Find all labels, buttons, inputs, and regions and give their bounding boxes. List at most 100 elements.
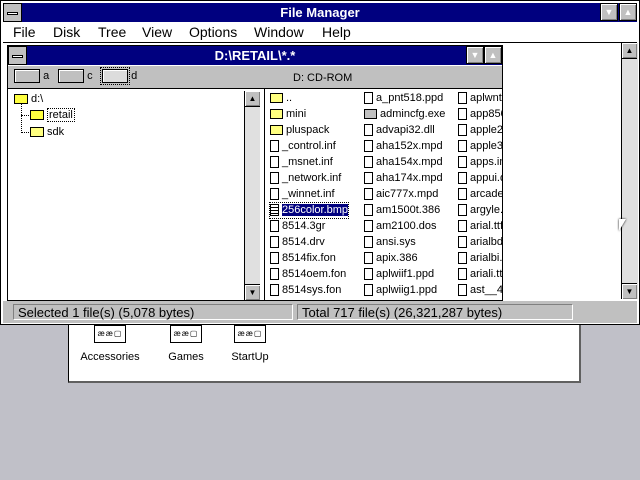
file-item[interactable]: arialbd [458,235,502,250]
menu-file[interactable]: File [13,24,36,40]
file-item[interactable]: advapi32.dll [364,123,435,138]
file-icon [458,220,467,233]
file-icon [270,220,279,233]
file-item[interactable]: 8514sys.fon [270,283,341,298]
drive-c[interactable]: c [58,69,93,83]
file-icon [364,140,373,153]
file-item[interactable]: 8514fix.fon [270,251,336,266]
file-item[interactable]: admincfg.exe [364,107,445,122]
file-item[interactable]: 8514.3gr [270,219,325,234]
file-item[interactable]: aplwiig1.ppd [364,283,437,298]
file-item[interactable]: ansi.sys [364,235,416,250]
file-item[interactable]: arial.ttf [458,219,502,234]
file-item[interactable]: app850 [458,107,502,122]
file-name: aplwnt [470,92,502,104]
scroll-down-arrow[interactable]: ▼ [622,283,637,299]
tree-node-sdk[interactable]: sdk [30,126,64,138]
file-item[interactable]: apix.386 [364,251,418,266]
minimize-button[interactable]: ▼ [600,3,618,21]
maximize-button[interactable]: ▲ [619,3,637,21]
group-games[interactable]: ææ▢ Games [151,325,221,363]
scroll-down-arrow[interactable]: ▼ [245,284,260,300]
file-name: aha152x.mpd [376,140,443,152]
file-name: _msnet.inf [282,156,333,168]
file-name: aplwiig1.ppd [376,284,438,296]
tree-node-retail[interactable]: retail [30,108,75,122]
file-item[interactable]: arcade [458,187,502,202]
file-item[interactable]: am2100.dos [364,219,437,234]
file-name: app850 [470,108,502,120]
group-startup[interactable]: ææ▢ StartUp [215,325,285,363]
drive-a[interactable]: a [14,69,49,83]
menu-view[interactable]: View [142,24,172,40]
menu-help[interactable]: Help [322,24,351,40]
file-item[interactable]: aplwnt [458,91,502,106]
file-item[interactable]: aplwiif1.ppd [364,267,434,282]
file-item[interactable]: am1500t.386 [364,203,440,218]
status-bar: Selected 1 file(s) (5,078 bytes) Total 7… [3,301,637,323]
open-folder-icon [14,94,28,105]
menu-window[interactable]: Window [254,24,304,40]
file-icon [364,188,373,201]
file-item[interactable]: aha152x.mpd [364,139,443,154]
file-item[interactable]: a_pnt518.ppd [364,91,443,106]
floppy-drive-icon [14,69,40,83]
file-item[interactable]: aha154x.mpd [364,155,443,170]
tree-scrollbar[interactable]: ▲ ▼ [244,91,260,300]
file-name: advapi32.dll [376,124,435,136]
file-item[interactable]: pluspack [270,123,329,138]
file-item[interactable]: aic777x.mpd [364,187,438,202]
directory-title-bar[interactable]: D:\RETAIL\*.* ▼ ▲ [8,46,502,65]
folder-icon [270,125,283,136]
scroll-up-arrow[interactable]: ▲ [245,91,260,107]
file-item[interactable]: apps.in [458,155,502,170]
file-item[interactable]: ariali.tt [458,267,502,282]
cdrom-drive-icon [100,67,130,85]
file-item[interactable]: apple3 [458,139,502,154]
file-item[interactable]: .. [270,91,292,106]
file-item[interactable]: ast__4 [458,283,502,298]
tree-node-root[interactable]: d:\ [14,93,43,105]
file-icon [364,92,373,105]
file-item[interactable]: mini [270,107,306,122]
file-name: 256color.bmp [282,204,349,216]
file-item[interactable]: 8514.drv [270,235,325,250]
file-name: _network.inf [282,172,342,184]
file-name: arialbd [470,236,502,248]
scroll-up-arrow[interactable]: ▲ [622,43,637,59]
file-item[interactable]: _winnet.inf [270,187,335,202]
file-item[interactable]: argyle. [458,203,502,218]
file-item[interactable]: apple2 [458,123,502,138]
menu-disk[interactable]: Disk [53,24,80,40]
menu-options[interactable]: Options [189,24,237,40]
file-icon [364,220,373,233]
file-name: apple3 [470,140,502,152]
program-icon [364,109,377,120]
child-minimize-button[interactable]: ▼ [466,46,484,64]
drive-bar: a c d D: CD-ROM [8,66,502,89]
document-icon [270,204,279,217]
file-icon [270,188,279,201]
file-item[interactable]: aha174x.mpd [364,171,443,186]
group-accessories[interactable]: ææ▢ Accessories [75,325,145,363]
file-list: .. mini pluspack _control.inf _msnet.inf _net… [268,89,502,300]
file-name: pluspack [286,124,330,136]
group-icon: ææ▢ [234,325,266,343]
file-item[interactable]: arialbi. [458,251,502,266]
file-name: 8514.3gr [282,220,326,232]
drive-d[interactable]: d [100,67,137,85]
child-maximize-button[interactable]: ▲ [484,46,502,64]
group-icon: ææ▢ [94,325,126,343]
file-item[interactable]: 256color.bmp [268,202,350,219]
file-item[interactable]: _msnet.inf [270,155,333,170]
file-icon [364,172,373,185]
file-name: apple2 [470,124,502,136]
title-bar[interactable]: File Manager ▼ ▲ [3,3,637,22]
menu-tree[interactable]: Tree [98,24,126,40]
file-item[interactable]: 8514oem.fon [270,267,346,282]
file-item[interactable]: _network.inf [270,171,341,186]
file-item[interactable]: appui.d [458,171,502,186]
file-name: am1500t.386 [376,204,441,216]
file-item[interactable]: _control.inf [270,139,336,154]
main-vertical-scrollbar[interactable]: ▲ ▼ [621,43,638,299]
